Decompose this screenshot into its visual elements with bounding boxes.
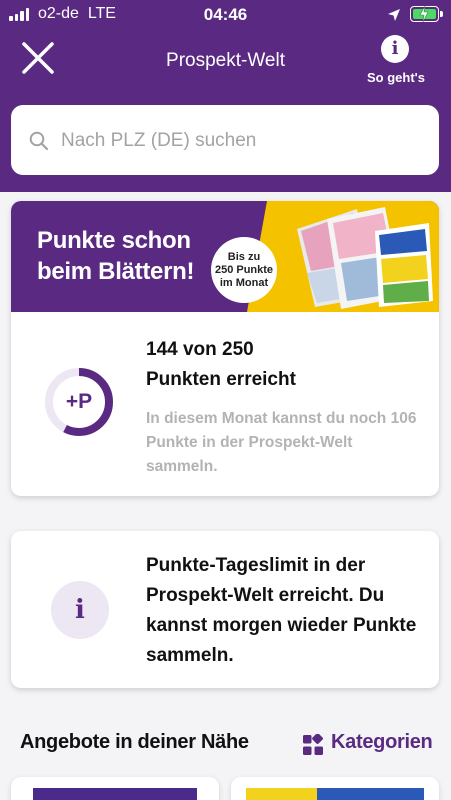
close-button[interactable] bbox=[20, 40, 56, 76]
offer-image bbox=[246, 788, 424, 800]
offer-image bbox=[33, 788, 197, 800]
points-status: 144 von 250 Punkten erreicht bbox=[146, 339, 296, 390]
battery-charging-icon bbox=[410, 6, 443, 22]
search-icon bbox=[29, 131, 49, 151]
daily-limit-card: i Punkte-Tageslimit in der Prospekt-Welt… bbox=[11, 531, 439, 688]
offer-card[interactable] bbox=[11, 777, 219, 800]
offer-card[interactable] bbox=[231, 777, 439, 800]
status-bar: o2-de LTE 04:46 bbox=[0, 0, 451, 30]
location-arrow-icon bbox=[388, 9, 400, 21]
plus-points-icon: +P bbox=[65, 390, 93, 413]
points-badge: Bis zu 250 Punkte im Monat bbox=[211, 237, 277, 303]
points-description: In diesem Monat kannst du noch 106 Punkt… bbox=[146, 410, 417, 475]
points-card[interactable]: Punkte schon beim Blättern! Bis zu 250 P… bbox=[11, 201, 439, 496]
promo-banner: Punkte schon beim Blättern! Bis zu 250 P… bbox=[11, 201, 439, 312]
categories-label: Kategorien bbox=[331, 731, 433, 753]
status-time: 04:46 bbox=[203, 5, 248, 24]
info-icon: i bbox=[381, 35, 409, 63]
app-header: o2-de LTE 04:46 Prospekt-Welt i So geht'… bbox=[0, 0, 451, 192]
info-icon: i bbox=[51, 581, 109, 639]
help-button[interactable]: i So geht's bbox=[358, 33, 434, 89]
help-label: So geht's bbox=[367, 70, 425, 85]
banner-headline: Punkte schon beim Blättern! bbox=[37, 227, 195, 285]
daily-limit-message: Punkte-Tageslimit in der Prospekt-Welt e… bbox=[146, 555, 417, 666]
search-placeholder: Nach PLZ (DE) suchen bbox=[61, 130, 257, 151]
offers-section-title: Angebote in deiner Nähe bbox=[20, 731, 249, 753]
close-icon bbox=[22, 42, 54, 74]
search-input[interactable]: Nach PLZ (DE) suchen bbox=[11, 105, 439, 175]
grid-icon bbox=[303, 734, 323, 755]
